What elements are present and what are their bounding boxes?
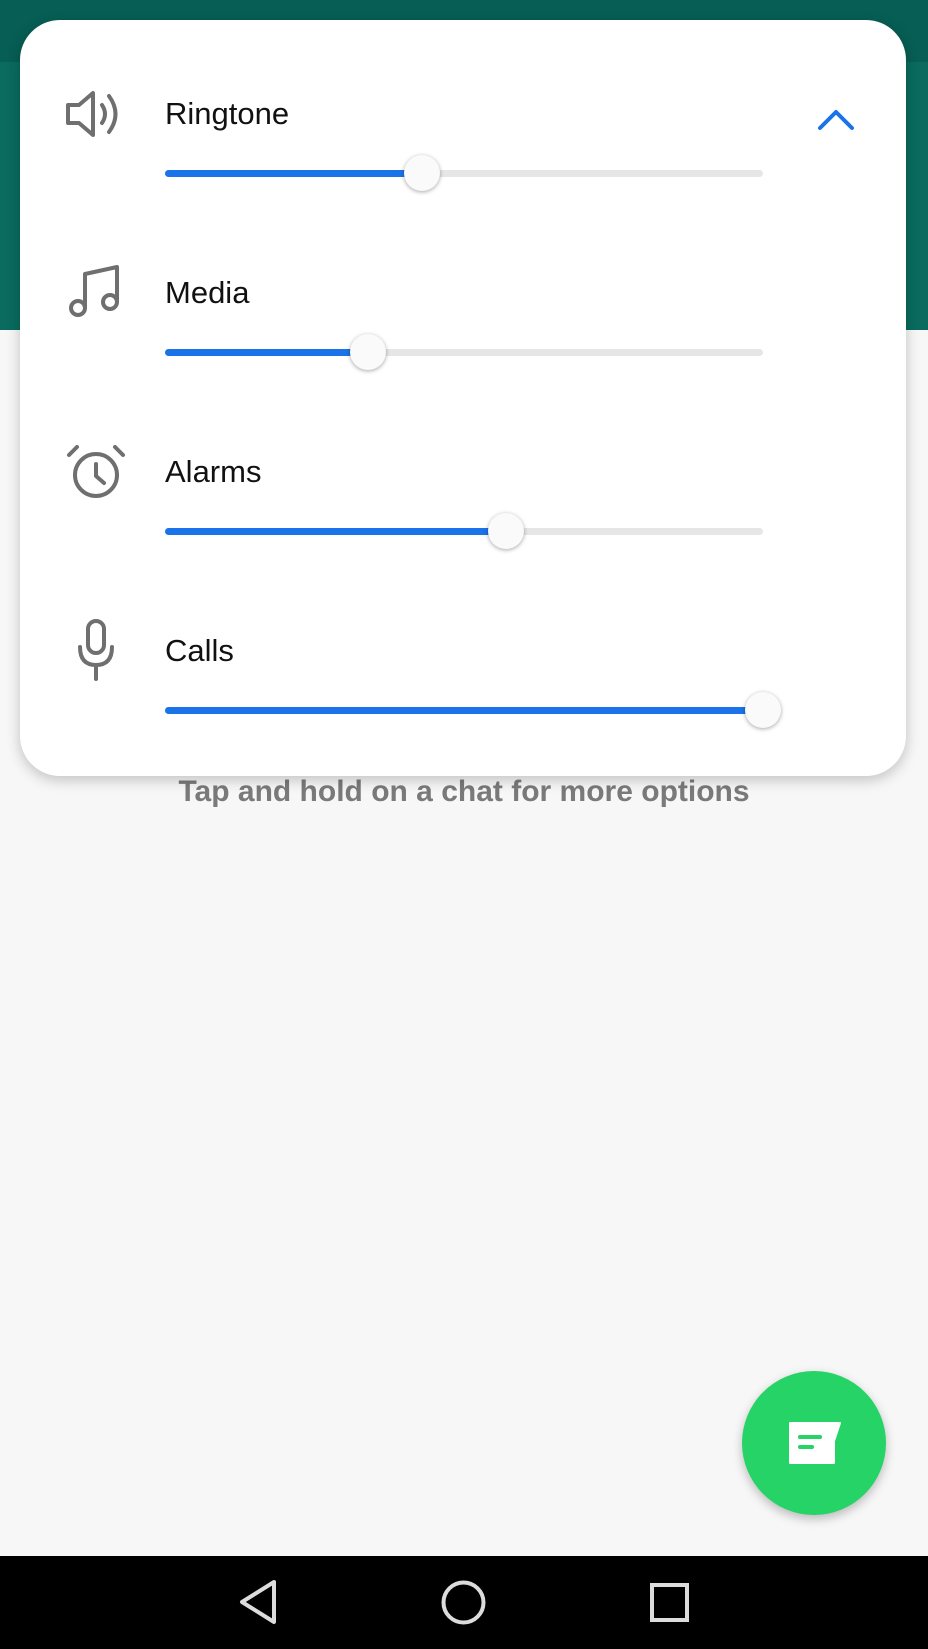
slider-thumb[interactable] <box>488 513 524 549</box>
slider-track <box>165 349 763 356</box>
navigation-bar <box>0 1556 928 1649</box>
volume-row-media: Media <box>20 233 906 412</box>
slider-track <box>165 528 763 535</box>
alarms-volume-slider[interactable] <box>165 513 763 550</box>
volume-label-media: Media <box>165 275 250 310</box>
alarm-clock-icon <box>60 436 132 508</box>
new-chat-icon <box>789 1422 841 1464</box>
new-chat-button[interactable] <box>742 1371 886 1515</box>
volume-row-calls: Calls <box>20 591 906 770</box>
calls-volume-slider[interactable] <box>165 692 781 729</box>
microphone-icon <box>60 615 132 687</box>
home-icon <box>441 1580 486 1625</box>
home-button[interactable] <box>417 1556 510 1649</box>
volume-label-ringtone: Ringtone <box>165 96 290 131</box>
back-button[interactable] <box>211 1556 304 1649</box>
recents-button[interactable] <box>623 1556 716 1649</box>
empty-state-hint: Tap and hold on a chat for more options <box>178 775 750 808</box>
volume-label-alarms: Alarms <box>165 454 262 489</box>
slider-thumb[interactable] <box>745 692 781 728</box>
volume-label-calls: Calls <box>165 633 234 668</box>
volume-row-ringtone: Ringtone <box>20 54 906 233</box>
slider-thumb[interactable] <box>404 155 440 191</box>
slider-fill <box>165 170 422 177</box>
speaker-icon <box>60 78 132 150</box>
slider-track <box>165 170 763 177</box>
slider-fill <box>165 349 368 356</box>
slider-fill <box>165 528 506 535</box>
slider-thumb[interactable] <box>350 334 386 370</box>
slider-fill <box>165 707 763 714</box>
volume-panel: Ringtone Media Alarms Calls <box>20 20 906 776</box>
back-icon <box>240 1580 276 1624</box>
volume-row-alarms: Alarms <box>20 412 906 591</box>
ringtone-volume-slider[interactable] <box>165 155 763 192</box>
recents-icon <box>650 1583 689 1622</box>
music-note-icon <box>60 257 132 329</box>
media-volume-slider[interactable] <box>165 334 763 371</box>
slider-track <box>165 707 763 714</box>
